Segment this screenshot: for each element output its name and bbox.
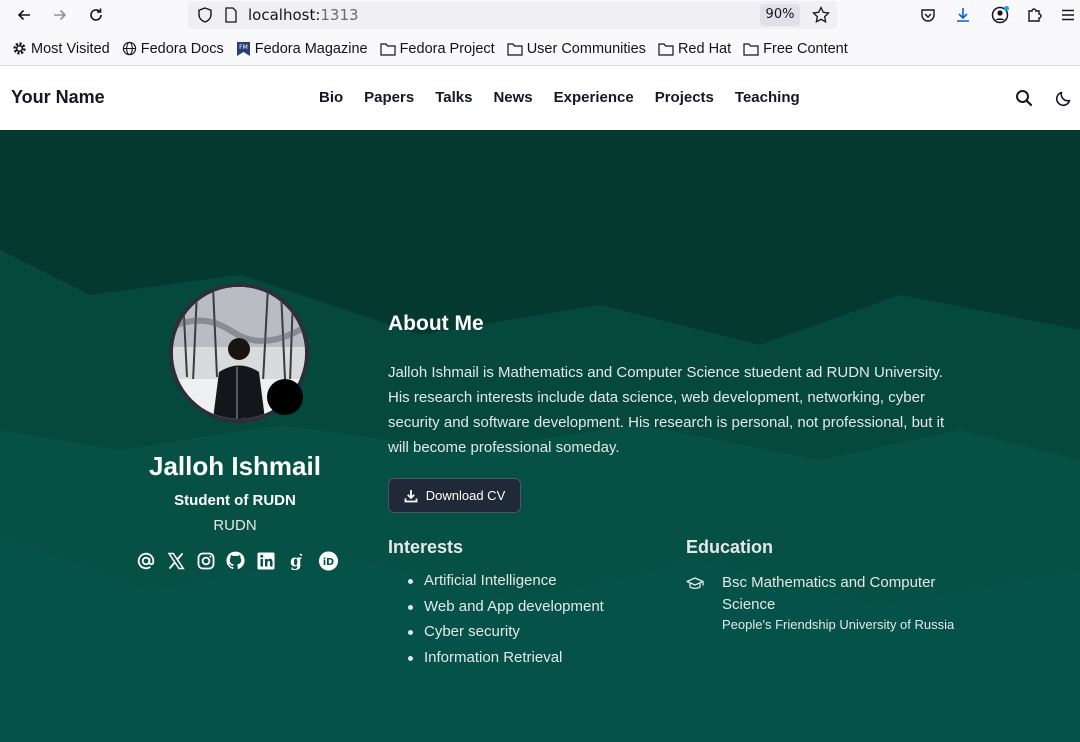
shield-icon xyxy=(198,7,212,23)
star-icon[interactable] xyxy=(811,5,831,25)
puzzle-icon xyxy=(1028,8,1042,22)
about-title: About Me xyxy=(388,312,484,335)
download-icon xyxy=(957,8,969,22)
address-bar[interactable]: localhost:1313 90% xyxy=(188,1,837,29)
bookmarks-bar: Most Visited Fedora Docs FM Fedora Magaz… xyxy=(0,32,1080,66)
pocket-icon xyxy=(921,9,935,22)
social-links: g iD xyxy=(135,550,339,571)
status-indicator xyxy=(267,379,303,415)
bookmark-label: Free Content xyxy=(763,40,848,57)
gear-icon xyxy=(13,42,26,55)
nav-link-teaching[interactable]: Teaching xyxy=(735,89,800,106)
nav-links: Bio Papers Talks News Experience Project… xyxy=(319,89,800,106)
account-icon xyxy=(991,6,1009,24)
profile-organization: RUDN xyxy=(213,517,257,534)
nav-link-projects[interactable]: Projects xyxy=(655,89,714,106)
search-icon[interactable] xyxy=(1014,88,1034,108)
menu-button[interactable] xyxy=(1055,2,1080,28)
bookmark-fedora-project[interactable]: Fedora Project xyxy=(379,40,495,57)
bookmark-fedora-docs[interactable]: Fedora Docs xyxy=(122,41,224,57)
reload-button[interactable] xyxy=(83,2,109,28)
x-icon[interactable] xyxy=(165,550,186,571)
zoom-level-button[interactable]: 90% xyxy=(760,4,800,26)
site-brand[interactable]: Your Name xyxy=(11,87,105,108)
folder-icon xyxy=(743,42,759,56)
bookmark-label: Fedora Project xyxy=(399,40,495,57)
svg-text:iD: iD xyxy=(323,556,334,567)
linkedin-icon[interactable] xyxy=(255,550,276,571)
bookmark-free-content[interactable]: Free Content xyxy=(743,41,848,57)
bookmark-label: Red Hat xyxy=(677,40,732,57)
bookmark-label: Fedora Docs xyxy=(140,40,224,57)
education-degree: Bsc Mathematics and Computer Science xyxy=(722,574,936,613)
folder-icon xyxy=(379,42,396,56)
interests-list: Artificial Intelligence Web and App deve… xyxy=(408,572,604,674)
nav-link-experience[interactable]: Experience xyxy=(554,89,634,106)
page-icon xyxy=(225,7,237,23)
account-button[interactable] xyxy=(987,2,1013,28)
profile-role: Student of RUDN xyxy=(174,492,296,509)
reload-icon xyxy=(90,8,102,21)
graduation-cap-icon xyxy=(686,577,704,589)
list-item: Artificial Intelligence xyxy=(408,572,604,598)
bookmark-user-communities[interactable]: User Communities xyxy=(507,41,646,57)
email-icon[interactable] xyxy=(135,550,156,571)
bookmark-most-visited[interactable]: Most Visited xyxy=(12,41,110,57)
education-institution: People's Friendship University of Russia xyxy=(722,617,955,632)
orcid-icon[interactable]: iD xyxy=(318,550,339,571)
moon-icon[interactable] xyxy=(1054,88,1074,108)
bookmark-fedora-magazine[interactable]: FM Fedora Magazine xyxy=(236,41,368,57)
list-item: Information Retrieval xyxy=(408,649,604,675)
nav-link-talks[interactable]: Talks xyxy=(435,89,472,106)
downloads-button[interactable] xyxy=(950,2,976,28)
folder-icon xyxy=(658,42,674,56)
list-item: Web and App development xyxy=(408,598,604,624)
nav-link-bio[interactable]: Bio xyxy=(319,89,343,106)
folder-icon xyxy=(507,42,523,56)
nav-link-papers[interactable]: Papers xyxy=(364,89,414,106)
bookmark-label: Most Visited xyxy=(31,40,110,57)
about-text: Jalloh Ishmail is Mathematics and Comput… xyxy=(388,364,945,456)
url-text[interactable]: localhost:1313 xyxy=(248,6,359,24)
arrow-right-icon xyxy=(54,9,67,21)
site-navbar: Your Name Bio Papers Talks News Experien… xyxy=(0,66,1080,130)
url-host: localhost: xyxy=(248,6,321,24)
bookmark-red-hat[interactable]: Red Hat xyxy=(658,41,731,57)
back-button[interactable] xyxy=(11,2,37,28)
download-cv-button[interactable]: Download CV xyxy=(388,478,521,513)
forward-button[interactable] xyxy=(47,2,73,28)
education-title: Education xyxy=(686,537,774,557)
arrow-left-icon xyxy=(17,9,30,21)
hamburger-icon xyxy=(1062,9,1074,21)
bookmark-label: Fedora Magazine xyxy=(254,40,368,57)
download-icon xyxy=(404,489,418,502)
extensions-button[interactable] xyxy=(1022,2,1048,28)
github-icon[interactable] xyxy=(225,550,246,571)
interests-title: Interests xyxy=(388,537,464,557)
instagram-icon[interactable] xyxy=(195,550,216,571)
list-item: Cyber security xyxy=(408,623,604,649)
url-port: 1313 xyxy=(320,6,359,24)
google-scholar-icon[interactable]: g xyxy=(285,550,306,571)
profile-name: Jalloh Ishmail xyxy=(149,451,321,481)
bookmark-label: User Communities xyxy=(526,40,646,57)
profile-avatar xyxy=(169,283,309,423)
browser-toolbar: localhost:1313 90% xyxy=(0,0,1080,32)
fedora-magazine-icon: FM xyxy=(236,41,250,56)
svg-text:FM: FM xyxy=(239,44,248,51)
hero-section: Jalloh Ishmail Student of RUDN RUDN g iD… xyxy=(0,130,1080,742)
download-cv-label: Download CV xyxy=(425,488,506,503)
pocket-button[interactable] xyxy=(915,2,941,28)
nav-link-news[interactable]: News xyxy=(493,89,532,106)
globe-icon xyxy=(122,41,136,56)
